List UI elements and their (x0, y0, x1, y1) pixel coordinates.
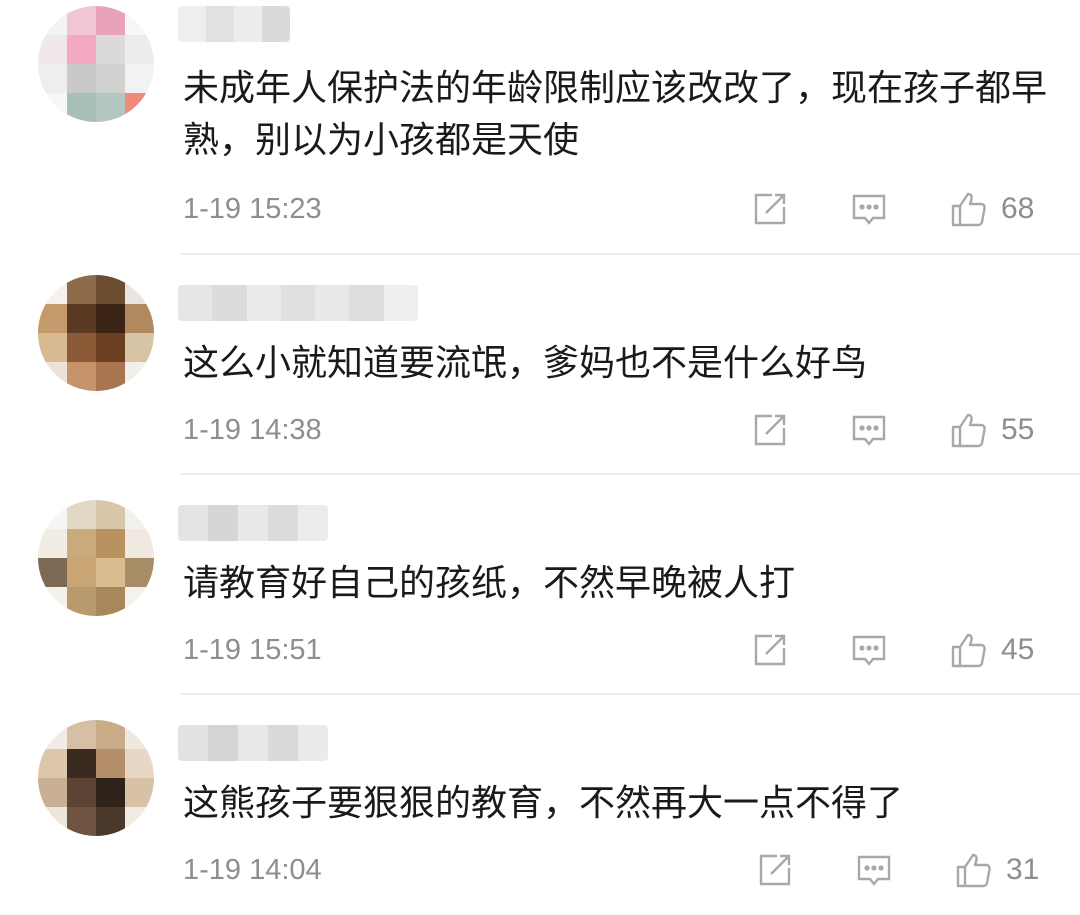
thumbs-up-icon[interactable] (949, 189, 989, 229)
avatar[interactable] (38, 720, 154, 836)
comment-text: 这么小就知道要流氓，爹妈也不是什么好鸟 (183, 343, 868, 384)
comment-meta: 1-19 15:23 68 (183, 183, 1053, 235)
username-blurred[interactable] (178, 505, 328, 541)
like-count: 55 (1001, 413, 1035, 446)
avatar[interactable] (38, 6, 154, 122)
comment-icon[interactable] (849, 410, 889, 450)
comment-meta: 1-19 15:51 45 (183, 624, 1053, 676)
thumbs-up-icon[interactable] (954, 850, 994, 890)
share-icon[interactable] (750, 410, 790, 450)
username-blurred[interactable] (178, 6, 290, 42)
avatar[interactable] (38, 500, 154, 616)
thumbs-up-icon[interactable] (949, 410, 989, 450)
comment-item: 未成年人保护法的年龄限制应该改改了，现在孩子都早熟，别以为小孩都是天使 1-19… (0, 0, 1080, 227)
comment-time: 1-19 14:04 (183, 854, 322, 886)
like-count: 45 (1001, 633, 1035, 666)
avatar[interactable] (38, 275, 154, 391)
share-icon[interactable] (750, 189, 790, 229)
comment-icon[interactable] (854, 850, 894, 890)
comment-text: 请教育好自己的孩纸，不然早晚被人打 (183, 563, 796, 604)
comment-text: 未成年人保护法的年龄限制应该改改了，现在孩子都早熟，别以为小孩都是天使 (183, 68, 1048, 161)
comment-time: 1-19 15:23 (183, 193, 322, 225)
comment-meta: 1-19 14:38 55 (183, 404, 1053, 456)
comment-item: 请教育好自己的孩纸，不然早晚被人打 1-19 15:51 45 (0, 475, 1080, 695)
comment-time: 1-19 15:51 (183, 634, 322, 666)
username-blurred[interactable] (178, 285, 418, 321)
like-count: 68 (1001, 192, 1035, 225)
share-icon[interactable] (755, 850, 795, 890)
username-blurred[interactable] (178, 725, 328, 761)
comment-icon[interactable] (849, 189, 889, 229)
thumbs-up-icon[interactable] (949, 630, 989, 670)
comment-text: 这熊孩子要狠狠的教育，不然再大一点不得了 (183, 783, 904, 824)
comment-meta: 1-19 14:04 31 (183, 844, 1053, 896)
comment-icon[interactable] (849, 630, 889, 670)
like-count: 31 (1006, 853, 1040, 886)
comment-list: 未成年人保护法的年龄限制应该改改了，现在孩子都早熟，别以为小孩都是天使 1-19… (0, 0, 1080, 915)
comment-time: 1-19 14:38 (183, 414, 322, 446)
comment-item: 这熊孩子要狠狠的教育，不然再大一点不得了 1-19 14:04 31 (0, 695, 1080, 915)
share-icon[interactable] (750, 630, 790, 670)
comment-item: 这么小就知道要流氓，爹妈也不是什么好鸟 1-19 14:38 55 (0, 255, 1080, 475)
